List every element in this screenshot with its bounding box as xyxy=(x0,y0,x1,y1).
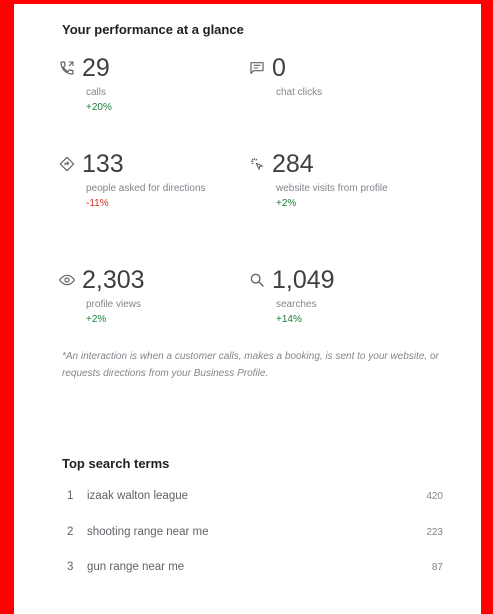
metric-calls: 29 calls +20% xyxy=(58,54,248,113)
performance-title: Your performance at a glance xyxy=(62,22,244,37)
directions-icon xyxy=(58,155,76,173)
term-rank: 2 xyxy=(67,526,74,538)
metric-change: +2% xyxy=(276,198,297,209)
metric-value: 0 xyxy=(272,54,286,82)
metric-label: searches xyxy=(276,299,317,310)
term-count: 223 xyxy=(426,526,443,538)
metric-change: +20% xyxy=(86,102,112,113)
chat-icon xyxy=(248,59,266,77)
metric-value: 2,303 xyxy=(82,266,145,294)
metric-value: 29 xyxy=(82,54,110,82)
metric-change: +14% xyxy=(276,314,302,325)
term-rank: 3 xyxy=(67,561,74,573)
term-count: 420 xyxy=(426,490,443,502)
metric-value: 1,049 xyxy=(272,266,335,294)
interaction-footnote: *An interaction is when a customer calls… xyxy=(62,351,439,379)
search-icon xyxy=(248,271,266,289)
metric-profile-views: 2,303 profile views +2% xyxy=(58,266,248,325)
search-terms-title: Top search terms xyxy=(62,456,170,471)
metric-change: -11% xyxy=(86,198,109,209)
term-name: gun range near me xyxy=(87,561,185,573)
metric-label: chat clicks xyxy=(276,87,323,98)
metric-label: profile views xyxy=(86,299,142,310)
metric-label: people asked for directions xyxy=(86,183,206,194)
metric-value: 284 xyxy=(272,150,314,178)
search-term-row[interactable]: 2 shooting range near me 223 xyxy=(67,522,443,542)
metric-change: +2% xyxy=(86,314,107,325)
metric-value: 133 xyxy=(82,150,124,178)
performance-card: Your performance at a glance 29 calls +2… xyxy=(14,4,481,614)
term-rank: 1 xyxy=(67,490,74,502)
eye-icon xyxy=(58,271,76,289)
term-name: izaak walton league xyxy=(87,490,189,502)
metric-directions: 133 people asked for directions -11% xyxy=(58,150,248,209)
search-term-row[interactable]: 1 izaak walton league 420 xyxy=(67,486,443,506)
metric-label: calls xyxy=(86,87,107,98)
metric-website-visits: 284 website visits from profile +2% xyxy=(248,150,438,209)
search-term-row[interactable]: 3 gun range near me 87 xyxy=(67,557,443,577)
click-icon xyxy=(248,155,266,173)
term-name: shooting range near me xyxy=(87,526,209,538)
metric-label: website visits from profile xyxy=(276,183,388,194)
metric-searches: 1,049 searches +14% xyxy=(248,266,438,325)
metric-chat-clicks: 0 chat clicks xyxy=(248,54,438,102)
phone-icon xyxy=(58,59,76,77)
term-count: 87 xyxy=(431,561,443,573)
